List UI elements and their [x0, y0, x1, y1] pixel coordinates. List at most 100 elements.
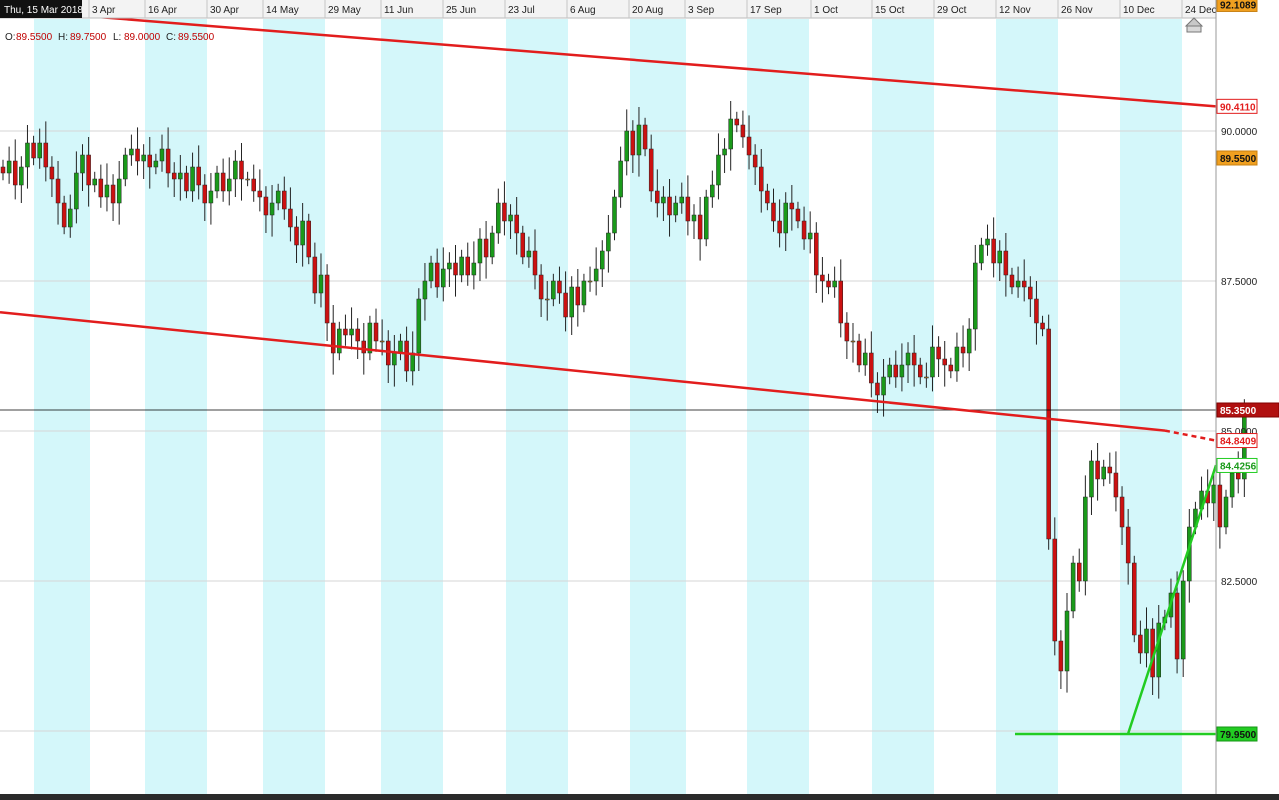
date-axis-bar — [0, 0, 1216, 18]
candle-body — [227, 178, 232, 192]
candle-body — [257, 190, 263, 198]
candle-body — [942, 358, 947, 366]
candle-body — [875, 382, 880, 396]
candle-body — [330, 322, 336, 354]
candle-body — [202, 184, 208, 204]
candle-body — [1089, 460, 1094, 498]
shaded-band — [381, 19, 443, 794]
candle-body — [86, 154, 91, 186]
candle-body — [12, 160, 18, 186]
candle-body — [1119, 496, 1125, 528]
date-axis-label: 6 Aug — [570, 5, 596, 16]
candle-body — [966, 328, 972, 354]
date-axis-label: 17 Sep — [750, 5, 782, 16]
candle-body — [1015, 280, 1021, 288]
candle-body — [282, 190, 287, 210]
candle-body — [624, 130, 629, 162]
candle-body — [691, 214, 697, 222]
candle-body — [98, 178, 104, 198]
price-tag: 84.8409 — [1216, 433, 1258, 449]
candle-body — [214, 172, 220, 192]
candle-body — [434, 262, 440, 288]
candle-body — [948, 364, 954, 372]
candle-body — [61, 202, 67, 228]
candle-body — [37, 142, 42, 159]
date-axis-label: 25 Jun — [446, 5, 476, 16]
bottom-scrollbar[interactable] — [0, 794, 1279, 800]
ohlc-high-value: 89.7500 — [70, 32, 107, 43]
shaded-band — [506, 19, 568, 794]
candle-body — [918, 364, 923, 378]
candle-body — [544, 298, 550, 301]
candle-body — [300, 220, 305, 246]
candle-body — [141, 154, 146, 162]
candle-body — [251, 178, 256, 192]
candle-body — [985, 238, 990, 246]
candle-body — [979, 244, 984, 264]
candle-body — [110, 184, 116, 204]
candle-body — [569, 286, 574, 318]
candle-body — [954, 346, 960, 372]
date-axis-label: 16 Apr — [148, 5, 178, 16]
candle — [703, 189, 709, 247]
candle-body — [453, 262, 458, 276]
candle-body — [1156, 622, 1161, 678]
candle-body — [74, 172, 79, 210]
candle-body — [428, 262, 434, 282]
candle-body — [789, 202, 795, 210]
shaded-band — [1120, 19, 1182, 794]
candle-body — [123, 154, 128, 180]
candle-body — [1034, 298, 1039, 324]
candle-body — [1064, 610, 1070, 672]
candle-body — [1040, 322, 1045, 330]
candle-body — [973, 262, 978, 330]
price-chart[interactable]: Thu, 15 Mar 2018 3 Apr 16 Apr 30 Apr 14 May… — [0, 0, 1279, 800]
candle-body — [0, 166, 6, 174]
candle-body — [746, 136, 752, 156]
candle-body — [147, 154, 153, 168]
candle — [1132, 555, 1137, 643]
ohlc-open-value: 89.5500 — [16, 32, 53, 43]
price-tag-label: 90.4110 — [1220, 102, 1256, 113]
date-axis-label: 14 May — [266, 5, 299, 16]
candle-body — [551, 280, 556, 300]
candle-body — [441, 268, 446, 288]
candle-body — [1211, 484, 1217, 504]
candle-body — [930, 346, 935, 378]
price-tag: 85.3500 — [1216, 402, 1279, 418]
candle-body — [171, 172, 177, 180]
candle-body — [447, 262, 452, 270]
candle-body — [104, 184, 110, 198]
candle-body — [801, 220, 807, 240]
candle-body — [667, 196, 672, 216]
candle-body — [1223, 496, 1229, 528]
candle-body — [471, 262, 477, 276]
candle-body — [1174, 592, 1180, 660]
candle-body — [697, 214, 703, 240]
price-tag: 84.4256 — [1216, 457, 1258, 473]
candle-body — [520, 232, 526, 258]
candle-body — [587, 280, 593, 283]
candle-body — [759, 166, 764, 192]
candle-body — [239, 160, 244, 180]
candle-body — [80, 154, 85, 174]
candle-body — [777, 220, 782, 234]
candle-body — [710, 184, 715, 198]
candle-body — [618, 160, 623, 198]
candle-body — [685, 196, 691, 222]
candle-body — [679, 196, 685, 204]
candle-body — [844, 322, 850, 342]
candle-body — [245, 178, 250, 181]
candle-body — [373, 322, 379, 342]
date-axis-label: 29 Oct — [937, 5, 967, 16]
candle-body — [563, 292, 568, 318]
candle-body — [1125, 526, 1131, 564]
candle-body — [1229, 472, 1235, 498]
date-axis-label: 3 Sep — [688, 5, 715, 16]
candle-body — [349, 328, 354, 336]
candle-body — [324, 274, 330, 324]
price-tag-label: 84.8409 — [1220, 437, 1257, 448]
candle-body — [807, 232, 813, 240]
candle-body — [538, 274, 544, 300]
candle-body — [1132, 562, 1137, 636]
